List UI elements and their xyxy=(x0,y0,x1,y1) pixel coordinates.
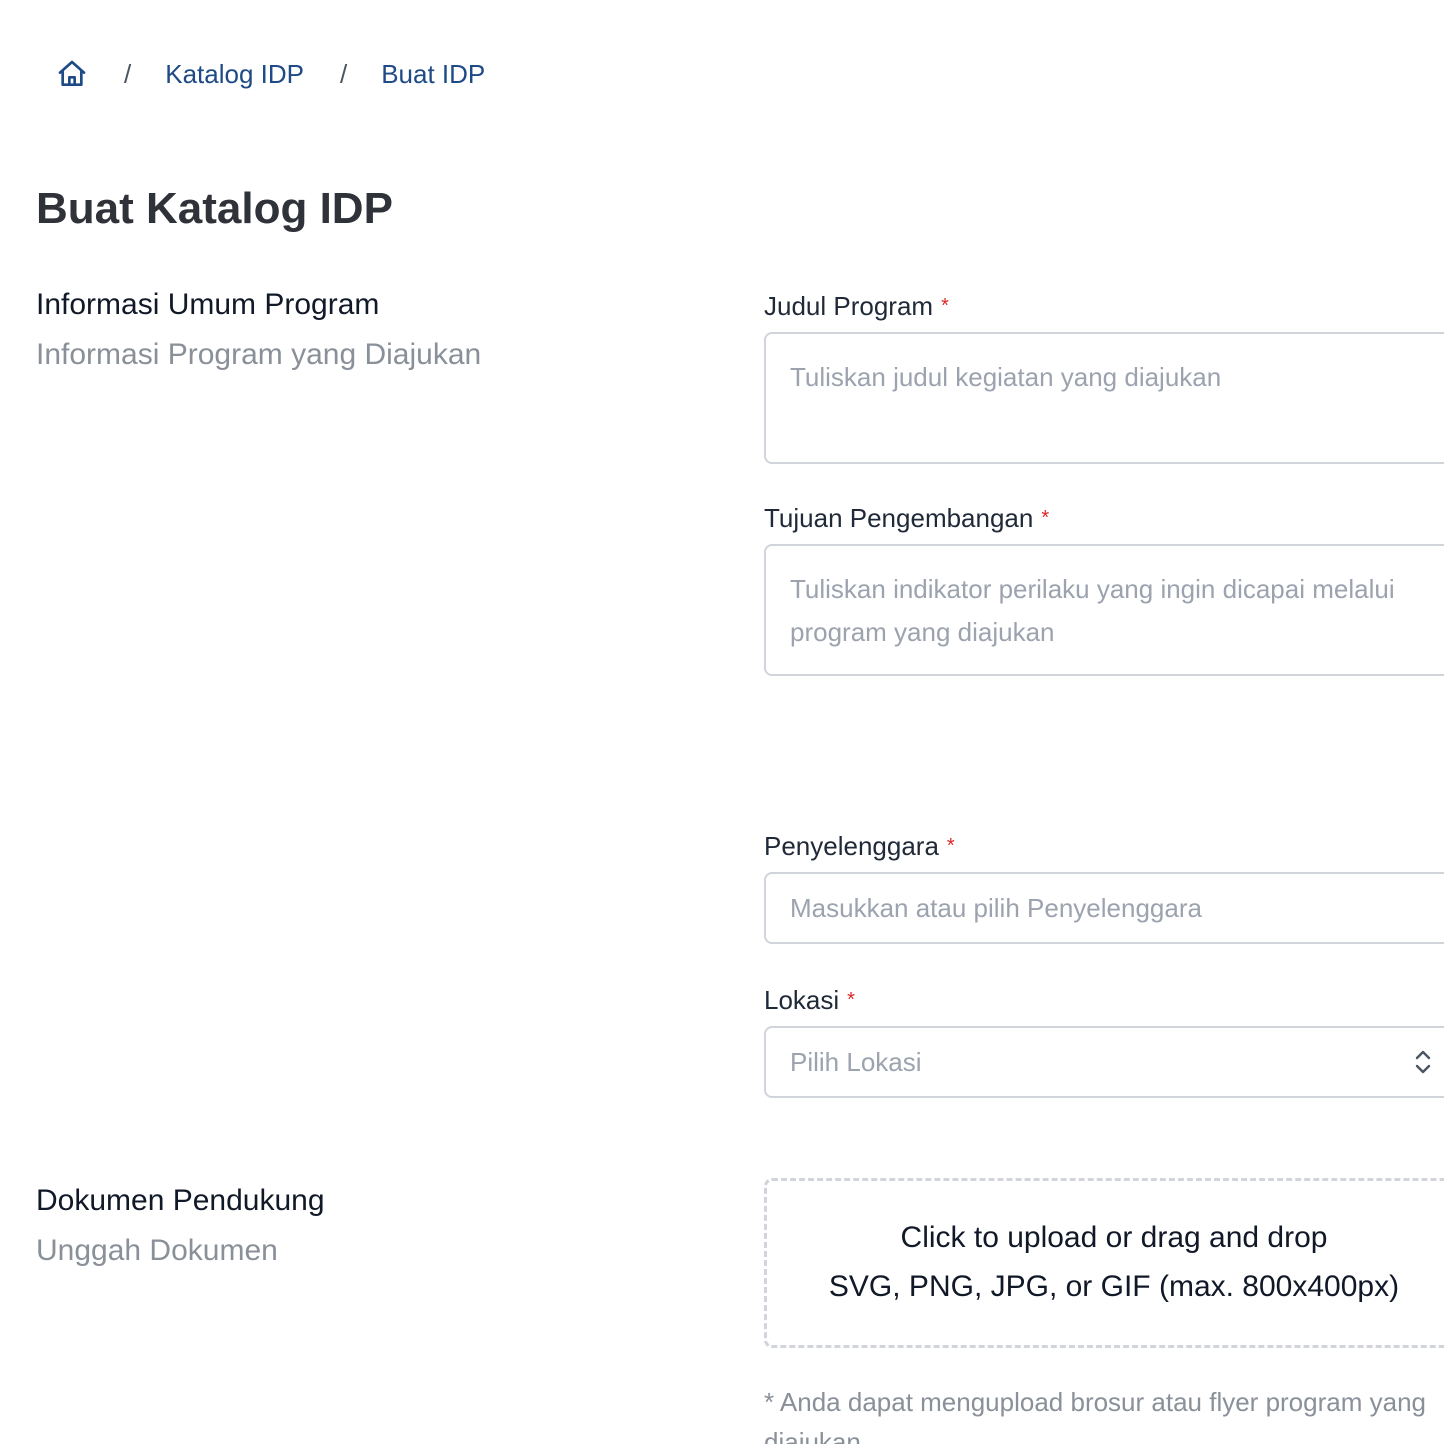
field-label: Tujuan Pengembangan * xyxy=(764,502,1444,534)
upload-note: * Anda dapat mengupload brosur atau flye… xyxy=(764,1387,1426,1444)
required-marker: * xyxy=(1041,507,1050,529)
section-general-info: Informasi Umum Program Informasi Program… xyxy=(36,286,481,374)
required-marker: * xyxy=(941,295,949,317)
page: / Katalog IDP / Buat IDP Buat Katalog ID… xyxy=(0,0,1444,1444)
tujuan-placeholder-line-2: program yang diajukan xyxy=(790,617,1055,647)
required-marker: * xyxy=(946,835,955,857)
breadcrumb: / Katalog IDP / Buat IDP xyxy=(56,54,485,94)
field-tujuan-pengembangan: Tujuan Pengembangan * Tuliskan indikator … xyxy=(764,502,1444,676)
judul-program-label: Judul Program xyxy=(764,291,934,321)
section-title: Informasi Umum Program xyxy=(36,288,380,321)
judul-program-input[interactable]: Tuliskan judul kegiatan yang diajukan xyxy=(764,332,1444,464)
penyelenggara-label: Penyelenggara xyxy=(764,831,939,861)
penyelenggara-placeholder: Masukkan atau pilih Penyelenggara xyxy=(790,892,1202,923)
section-title: Dokumen Pendukung xyxy=(36,1184,325,1217)
penyelenggara-input[interactable]: Masukkan atau pilih Penyelenggara xyxy=(764,872,1444,944)
breadcrumb-separator: / xyxy=(339,58,348,89)
lokasi-placeholder: Pilih Lokasi xyxy=(790,1046,922,1077)
lokasi-select[interactable]: Pilih Lokasi xyxy=(764,1026,1444,1098)
field-label: Judul Program * xyxy=(764,290,1444,322)
field-lokasi: Lokasi * Pilih Lokasi xyxy=(764,984,1444,1098)
upload-hint-text: SVG, PNG, JPG, or GIF (max. 800x400px) xyxy=(828,1270,1400,1303)
field-label: Lokasi * xyxy=(764,984,1444,1016)
field-label: Penyelenggara * xyxy=(764,830,1444,862)
section-documents: Dokumen Pendukung Unggah Dokumen xyxy=(36,1182,325,1270)
section-subtitle: Informasi Program yang Diajukan xyxy=(36,338,482,371)
field-judul-program: Judul Program * Tuliskan judul kegiatan y… xyxy=(764,290,1444,464)
tujuan-pengembangan-label: Tujuan Pengembangan xyxy=(764,503,1034,533)
required-marker: * xyxy=(847,989,855,1011)
chevron-up-down-icon xyxy=(1412,1047,1434,1077)
lokasi-label: Lokasi xyxy=(764,985,840,1015)
upload-dropzone[interactable]: Click to upload or drag and drop SVG, PN… xyxy=(764,1178,1444,1348)
section-subtitle: Unggah Dokumen xyxy=(36,1234,278,1267)
home-icon[interactable] xyxy=(56,58,88,90)
page-title: Buat Katalog IDP xyxy=(36,184,393,233)
judul-program-placeholder: Tuliskan judul kegiatan yang diajukan xyxy=(790,362,1222,392)
tujuan-placeholder-line-1: Tuliskan indikator perilaku yang ingin d… xyxy=(790,574,1395,604)
field-penyelenggara: Penyelenggara * Masukkan atau pilih Penye… xyxy=(764,830,1444,944)
breadcrumb-katalog-idp[interactable]: Katalog IDP xyxy=(165,59,304,90)
tujuan-pengembangan-input[interactable]: Tuliskan indikator perilaku yang ingin d… xyxy=(764,544,1444,676)
breadcrumb-buat-idp[interactable]: Buat IDP xyxy=(381,59,485,90)
upload-main-text: Click to upload or drag and drop xyxy=(900,1221,1328,1254)
breadcrumb-separator: / xyxy=(124,58,132,89)
